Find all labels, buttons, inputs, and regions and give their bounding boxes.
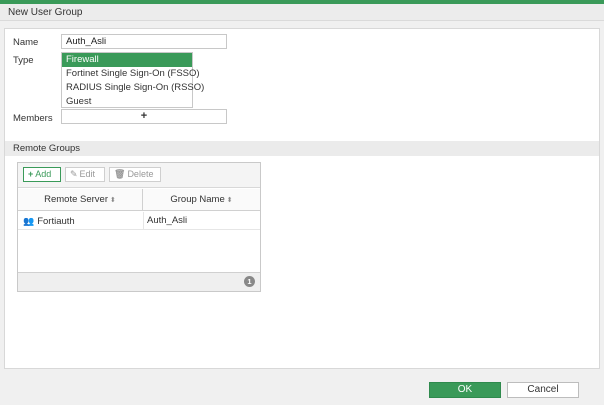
cell-group-name: Auth_Asli <box>147 215 188 226</box>
type-label: Type <box>13 55 34 66</box>
cell-remote-server: 👥 Fortiauth <box>23 216 75 227</box>
dialog-title: New User Group <box>8 7 83 18</box>
dialog-titlebar: New User Group <box>0 4 604 21</box>
sort-icon: ⬍ <box>226 197 233 204</box>
column-header-group-name[interactable]: Group Name ⬍ <box>143 189 260 211</box>
column-header-remote-server[interactable]: Remote Server ⬍ <box>18 189 143 211</box>
add-button[interactable]: + Add <box>23 167 61 182</box>
type-listbox[interactable]: Firewall Fortinet Single Sign-On (FSSO) … <box>61 52 204 109</box>
column-divider <box>143 212 144 230</box>
members-add-field[interactable]: + <box>61 109 227 124</box>
remote-groups-table: + Add ✎ Edit 🗑 Delete Remote Server ⬍ Group … <box>17 162 261 292</box>
table-footer: 1 <box>18 272 260 291</box>
remote-groups-header: Remote Groups <box>5 141 599 156</box>
members-label: Members <box>13 113 53 124</box>
name-input[interactable]: Auth_Asli <box>61 34 227 49</box>
cancel-button[interactable]: Cancel <box>507 382 579 398</box>
remote-groups-toolbar: + Add ✎ Edit 🗑 Delete <box>18 163 260 188</box>
sort-icon: ⬍ <box>110 197 116 204</box>
name-label: Name <box>13 37 39 48</box>
table-row[interactable]: 👥 Fortiauth Auth_Asli <box>18 212 260 230</box>
dialog-panel: Name Auth_Asli Type Firewall Fortinet Si… <box>4 28 600 369</box>
type-option-fsso[interactable]: Fortinet Single Sign-On (FSSO) <box>62 67 200 81</box>
edit-button[interactable]: ✎ Edit <box>65 167 105 182</box>
ok-button[interactable]: OK <box>429 382 501 398</box>
pencil-icon: ✎ <box>70 169 78 179</box>
remote-groups-title: Remote Groups <box>13 143 81 154</box>
trash-icon: 🗑 <box>114 169 126 179</box>
type-option-firewall[interactable]: Firewall <box>62 53 192 67</box>
type-option-rsso[interactable]: RADIUS Single Sign-On (RSSO) <box>62 81 204 95</box>
plus-icon: + <box>28 169 34 179</box>
users-icon: 👥 <box>23 216 35 226</box>
row-count-badge: 1 <box>244 276 255 287</box>
table-header-row: Remote Server ⬍ Group Name ⬍ <box>18 189 260 211</box>
type-option-guest[interactable]: Guest <box>62 95 192 109</box>
delete-button[interactable]: 🗑 Delete <box>109 167 161 182</box>
